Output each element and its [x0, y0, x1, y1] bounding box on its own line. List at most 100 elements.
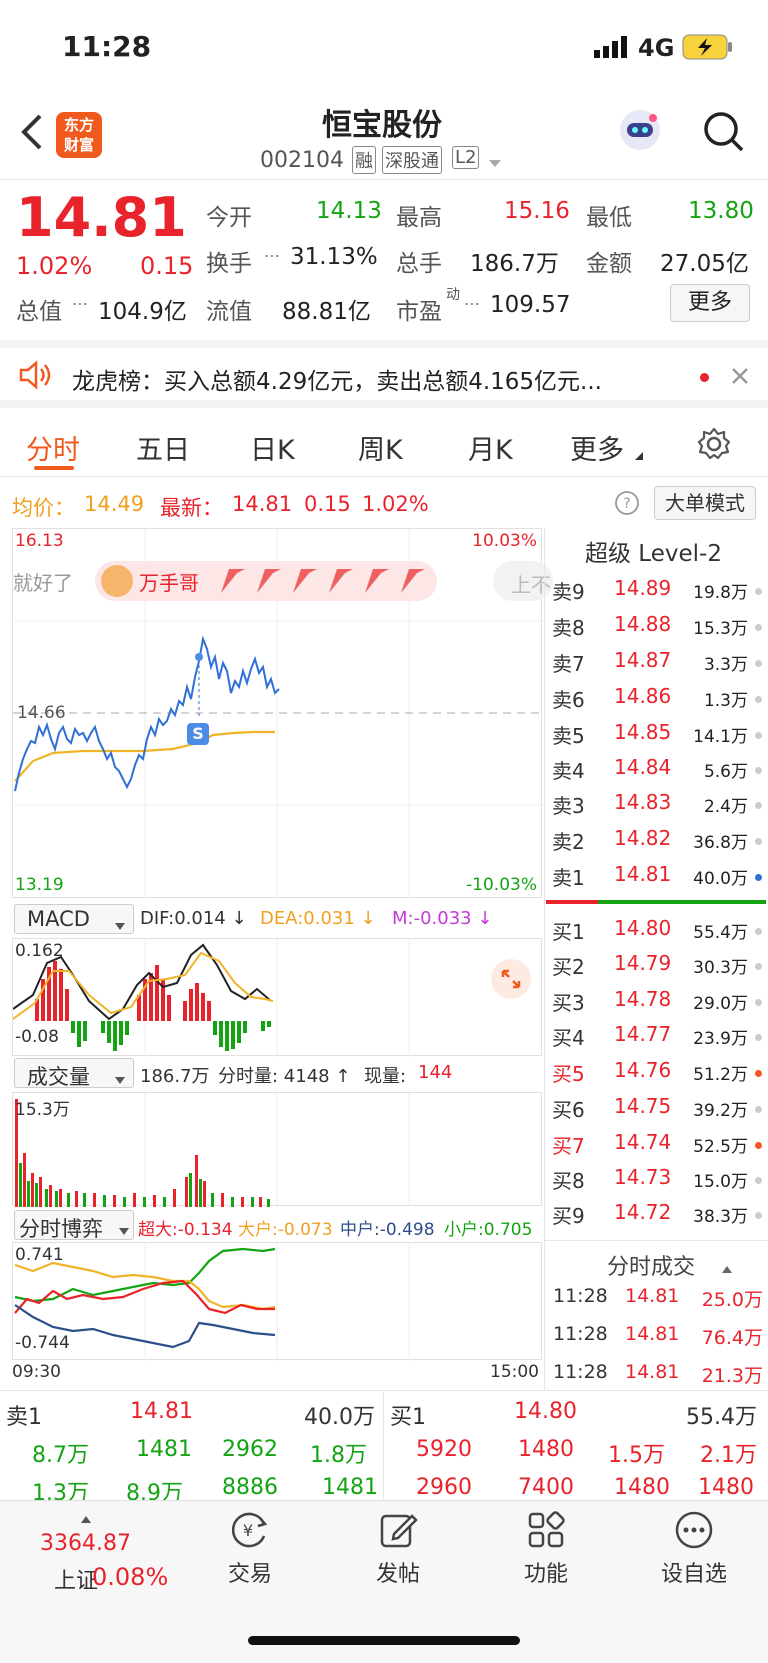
macd-header: MACD DIF:0.014 ↓ DEA:0.031 ↓ M:-0.033 ↓ [12, 902, 542, 936]
bid-row[interactable]: 买1 14.80 55.4万 [548, 916, 762, 951]
nav-trade[interactable]: ¥ 交易 [190, 1510, 310, 1588]
ask-label: 卖7 [552, 652, 585, 676]
ask-row[interactable]: 卖7 14.87 3.3万 [548, 648, 762, 683]
s-marker-icon[interactable]: S [187, 723, 209, 745]
trade-time: 11:28 [553, 1285, 608, 1307]
bid-dot [755, 1070, 762, 1077]
bid-price: 14.79 [614, 951, 672, 975]
macd-selector[interactable]: MACD [14, 904, 134, 934]
collapse-triangle-icon[interactable] [721, 1259, 733, 1273]
ask-row[interactable]: 卖6 14.86 1.3万 [548, 684, 762, 719]
price-axis-mid: 14.66 [17, 703, 66, 723]
avg-value: 14.49 [84, 492, 145, 516]
ask-row[interactable]: 卖5 14.85 14.1万 [548, 720, 762, 755]
nav-function[interactable]: 功能 [486, 1510, 606, 1588]
search-icon[interactable] [702, 110, 746, 154]
tab-monthly[interactable]: 月K [468, 428, 513, 467]
queue-bid-price: 14.80 [514, 1399, 577, 1424]
bid-dot [755, 1034, 762, 1041]
change-pct: 1.02% [16, 252, 93, 280]
mktcap-info-icon[interactable]: ⋯ [72, 294, 88, 313]
flow-selector[interactable]: 分时博弈 [14, 1210, 134, 1241]
ask-label: 卖2 [552, 830, 585, 854]
amount-label: 金额 [586, 251, 632, 277]
flow-chart[interactable]: 0.741 -0.744 [12, 1242, 542, 1361]
ask-volume: 40.0万 [693, 869, 748, 889]
speaker-icon [18, 360, 54, 390]
tab-intraday[interactable]: 分时 [26, 428, 80, 467]
bid-row[interactable]: 买5 14.76 51.2万 [548, 1058, 762, 1093]
flow-super: 超大:-0.134 [138, 1220, 233, 1240]
bid-row[interactable]: 买7 14.74 52.5万 [548, 1130, 762, 1165]
ask-price: 14.83 [614, 790, 672, 814]
banner-user: 万手哥 [139, 571, 199, 595]
ask-row[interactable]: 卖4 14.84 5.6万 [548, 755, 762, 790]
nav-watchlist[interactable]: 设自选 [634, 1510, 754, 1588]
nav-post[interactable]: 发帖 [338, 1510, 458, 1588]
bid-row[interactable]: 买2 14.79 30.3万 [548, 951, 762, 986]
help-icon[interactable]: ? [614, 490, 640, 516]
settings-gear-icon[interactable] [696, 426, 732, 462]
tab-weekly[interactable]: 周K [358, 428, 403, 467]
turnover-value: 31.13% [290, 244, 378, 270]
level2-title: 超级 Level-2 [585, 541, 722, 567]
last-change-pct: 1.02% [362, 492, 429, 516]
close-icon[interactable] [730, 366, 750, 386]
tab-daily[interactable]: 日K [250, 428, 295, 467]
robot-assistant-icon[interactable] [616, 106, 664, 154]
back-icon[interactable] [18, 112, 48, 152]
edit-icon [378, 1510, 418, 1550]
index-widget[interactable]: 3364.87 上证 0.08% [20, 1507, 170, 1597]
queue-bid-cell: 1.5万 [608, 1443, 665, 1468]
trades-title[interactable]: 分时成交 [607, 1249, 695, 1281]
macd-chart[interactable]: 0.162 -0.08 [12, 938, 542, 1057]
bid-row[interactable]: 买4 14.77 23.9万 [548, 1022, 762, 1057]
bid-row[interactable]: 买9 14.72 38.3万 [548, 1200, 762, 1235]
notice-bar[interactable]: 龙虎榜：买入总额4.29亿元，卖出总额4.165亿元... [0, 340, 768, 408]
tab-more[interactable]: 更多 [570, 428, 624, 467]
dropdown-triangle-icon[interactable] [488, 154, 502, 167]
price-chart[interactable]: 16.13 14.66 13.19 10.03% -10.03% 就好了 万手哥… [12, 528, 553, 899]
volume-chart[interactable]: 15.3万 [12, 1092, 542, 1207]
bid-row[interactable]: 买8 14.73 15.0万 [548, 1165, 762, 1200]
flow-header: 分时博弈 超大:-0.134 大户:-0.073 中户:-0.498 小户:0.… [12, 1208, 542, 1242]
volume-selector[interactable]: 成交量 [14, 1058, 134, 1089]
queue-ask-label: 卖1 [6, 1405, 42, 1430]
expand-icon[interactable] [491, 959, 531, 999]
ask-row[interactable]: 卖8 14.88 15.3万 [548, 612, 762, 647]
avg-label: 均价： [12, 496, 75, 520]
trade-price: 14.81 [625, 1323, 680, 1345]
ask-row[interactable]: 卖9 14.89 19.8万 [548, 576, 762, 611]
ask-row[interactable]: 卖2 14.82 36.8万 [548, 826, 762, 861]
big-order-button[interactable]: 大单模式 [654, 486, 756, 520]
tab-five-day[interactable]: 五日 [136, 428, 190, 467]
queue-bid-cell: 1480 [518, 1437, 574, 1462]
flow-small: 小户:0.705 [444, 1220, 533, 1240]
ask-row[interactable]: 卖3 14.83 2.4万 [548, 790, 762, 825]
bid-dot [755, 1106, 762, 1113]
info-icon[interactable]: ⋯ [264, 246, 280, 265]
trades-panel: 分时成交 11:28 14.81 25.0万 11:28 14.81 76.4万… [544, 1240, 768, 1390]
book-ratio-bar [546, 900, 766, 904]
ask-price: 14.86 [614, 684, 672, 708]
more-button[interactable]: 更多 [670, 284, 750, 322]
high-label: 最高 [396, 205, 442, 231]
ask-row[interactable]: 卖1 14.81 40.0万 [548, 862, 762, 897]
bid-row[interactable]: 买6 14.75 39.2万 [548, 1094, 762, 1129]
notice-dot [700, 373, 709, 382]
bid-row[interactable]: 买3 14.78 29.0万 [548, 987, 762, 1022]
stock-code: 002104 [260, 148, 344, 173]
ask-label: 卖5 [552, 724, 585, 748]
queue-bid-cell: 1480 [614, 1475, 670, 1500]
ask-price: 14.84 [614, 755, 672, 779]
bid-volume: 51.2万 [693, 1065, 748, 1085]
ask-price: 14.89 [614, 576, 672, 600]
price-axis-top: 16.13 [15, 531, 64, 551]
ask-label: 卖3 [552, 794, 585, 818]
trade-price: 14.81 [625, 1361, 680, 1383]
float-value: 88.81亿 [282, 299, 371, 325]
quote-panel: 14.81 1.02% 0.15 今开 14.13 最高 15.16 最低 13… [0, 180, 768, 340]
pe-info-icon[interactable]: ⋯ [464, 294, 480, 313]
ask-price: 14.87 [614, 648, 672, 672]
amount-value: 27.05亿 [660, 251, 749, 277]
